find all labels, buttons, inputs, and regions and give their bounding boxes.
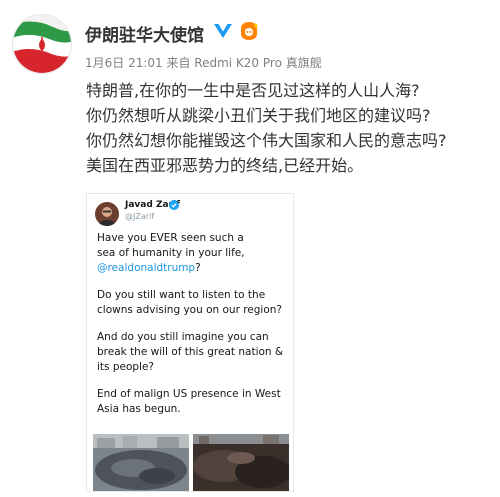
tweet-paragraph: Do you still want to listen to the clown… (97, 288, 289, 318)
post-line: 特朗普,在你的一生中是否见过这样的人山人海? (86, 81, 420, 100)
tweet-line: Asia has begun. (97, 403, 181, 415)
tweet-line: its people? (97, 361, 155, 373)
tweet-line: Have you EVER seen such a (97, 232, 244, 244)
avatar[interactable] (12, 14, 72, 74)
post-line: 你仍然想听从跳梁小丑们关于我们地区的建议吗? (86, 106, 431, 125)
tweet-line: And do you still imagine you can (97, 331, 269, 343)
crowd-photo-right (193, 434, 289, 491)
tweet-line: sea of humanity in your life, (97, 247, 245, 259)
tweet-body: Have you EVER seen such a sea of humanit… (97, 231, 289, 429)
username[interactable]: 伊朗驻华大使馆 (85, 21, 204, 46)
post-line: 美国在西亚邪恶势力的终结,已经开始。 (86, 156, 364, 175)
post-line: 你仍然幻想你能摧毁这个伟大国家和人民的意志吗? (86, 131, 447, 150)
post-meta: 1月6日 21:01 来自 Redmi K20 Pro 真旗舰 (85, 56, 322, 70)
tweet-line: clowns advising you on our region? (97, 304, 283, 316)
tweet-avatar (95, 202, 119, 226)
tweet-line: End of malign US presence in West (97, 388, 281, 400)
crowd-photo-left (93, 434, 189, 491)
post-text: 特朗普,在你的一生中是否见过这样的人山人海? 你仍然想听从跳梁小丑们关于我们地区… (86, 78, 496, 178)
tweet-screenshot-image[interactable]: Javad Zarif @JZarif Have you EVER seen s… (86, 193, 294, 492)
vip-badge-icon[interactable] (238, 20, 260, 42)
tweet-punctuation: ? (195, 262, 201, 274)
tweet-line: Do you still want to listen to the (97, 289, 266, 301)
tweet-paragraph: Have you EVER seen such a sea of humanit… (97, 231, 289, 276)
tweet-verified-icon (169, 200, 179, 210)
iran-flag-icon (13, 15, 71, 73)
tweet-mention: @realdonaldtrump (97, 262, 196, 274)
verified-badge-icon (214, 24, 232, 38)
tweet-author-handle: @JZarif (125, 212, 155, 221)
tweet-line: break the will of this great nation & (97, 346, 284, 358)
tweet-paragraph: End of malign US presence in West Asia h… (97, 387, 289, 417)
tweet-paragraph: And do you still imagine you can break t… (97, 330, 289, 375)
